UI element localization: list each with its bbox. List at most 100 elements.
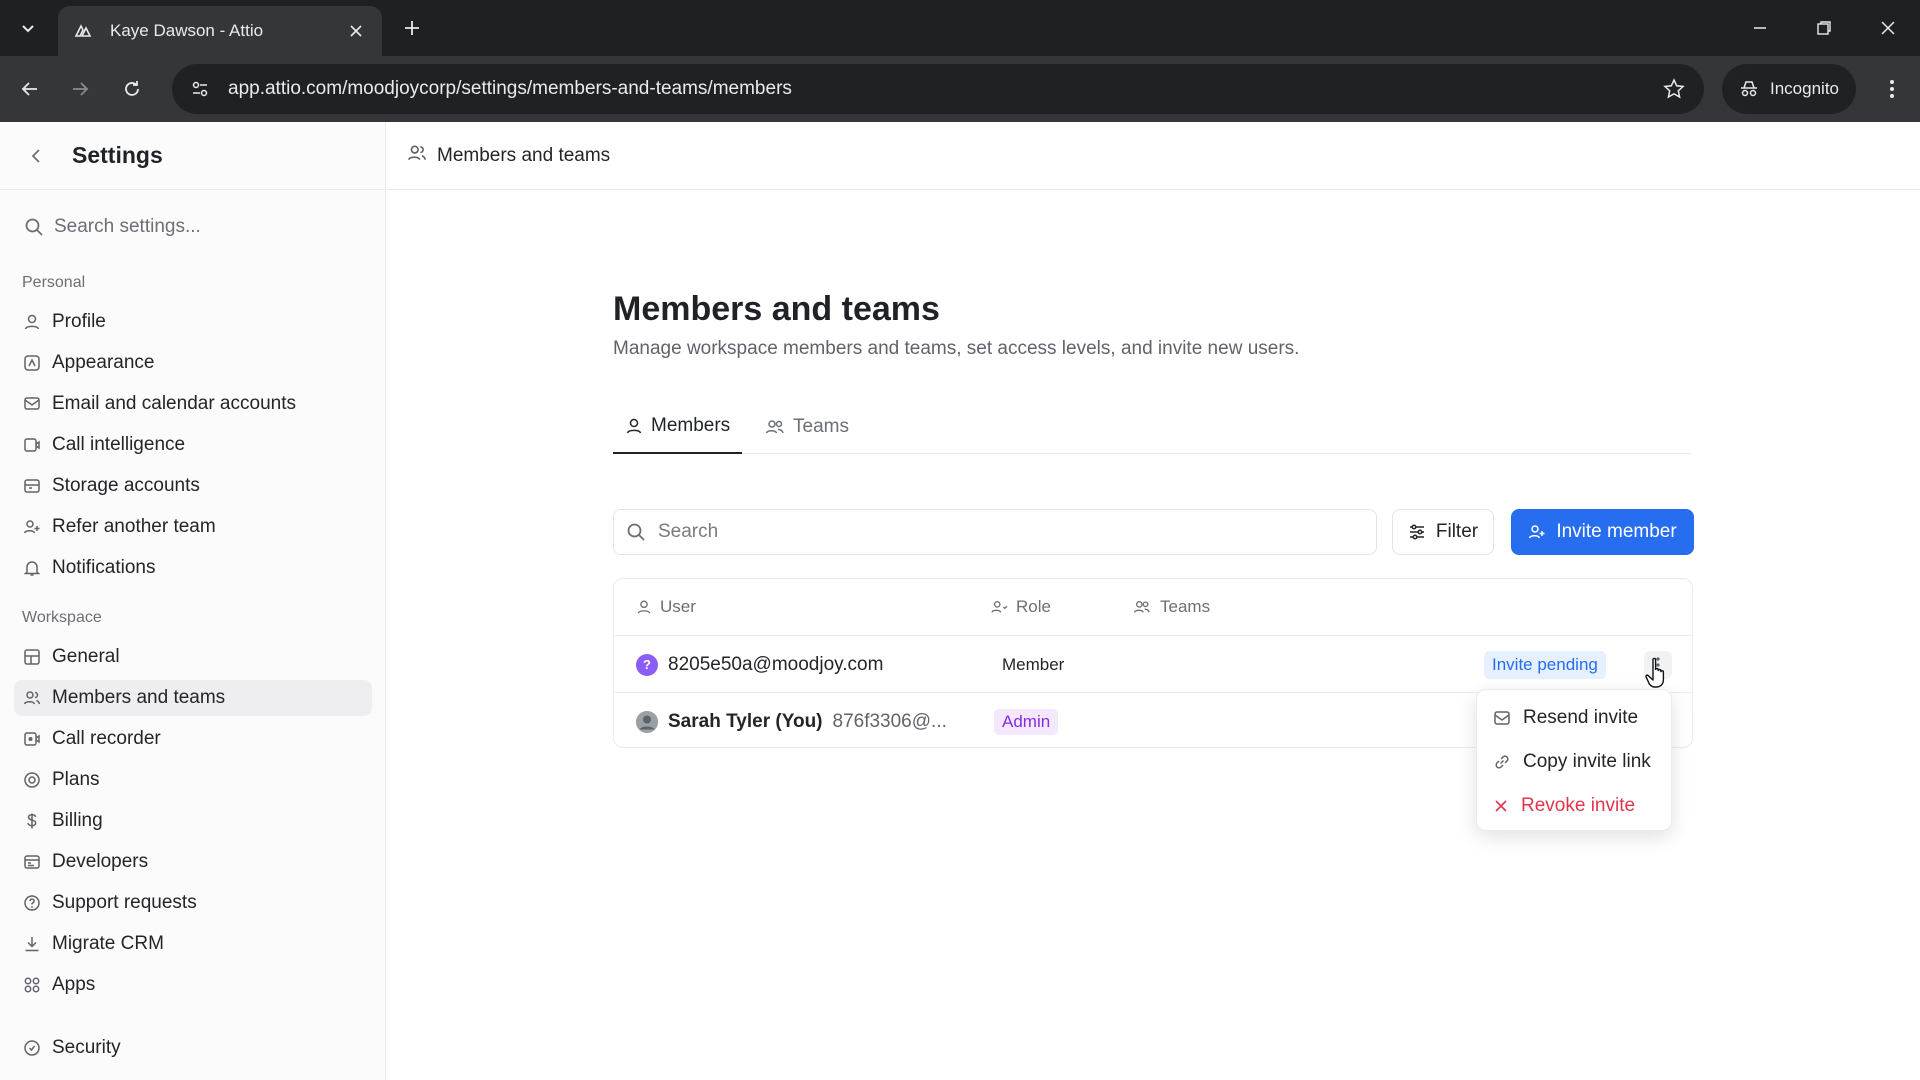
refer-icon [22, 517, 42, 537]
user-icon [626, 418, 642, 434]
hand-cursor-icon [1645, 657, 1665, 688]
sidebar-item-storage[interactable]: Storage accounts [14, 468, 372, 504]
sidebar-item-label: Call recorder [52, 728, 161, 749]
plus-icon [405, 21, 419, 35]
status-badge: Invite pending [1484, 650, 1606, 679]
tab-teams[interactable]: Teams [753, 400, 861, 454]
menu-item-revoke-invite[interactable]: Revoke invite [1483, 784, 1665, 828]
close-icon[interactable] [344, 19, 368, 43]
url-text: app.attio.com/moodjoycorp/settings/membe… [228, 78, 792, 99]
tab-search-button[interactable] [10, 10, 46, 46]
member-search-input[interactable] [658, 521, 1338, 543]
role-badge[interactable]: Admin [994, 708, 1059, 735]
tab-title: Kaye Dawson - Attio [110, 21, 264, 40]
filter-sliders-icon [1409, 524, 1424, 540]
user-icon [22, 312, 42, 332]
page-subtitle: Manage workspace members and teams, set … [613, 338, 1300, 359]
filter-label: Filter [1435, 521, 1479, 542]
browser-tab-active[interactable]: Kaye Dawson - Attio [58, 6, 382, 56]
menu-item-copy-invite-link[interactable]: Copy invite link [1483, 740, 1665, 784]
sidebar-item-general[interactable]: General [14, 639, 372, 675]
sidebar-item-label: Call intelligence [52, 434, 186, 455]
filter-button[interactable]: Filter [1392, 509, 1494, 555]
role-cell[interactable]: Member [994, 636, 1072, 693]
sidebar-item-label: Storage accounts [52, 475, 200, 496]
sidebar-item-appearance[interactable]: Appearance [14, 345, 372, 381]
search-icon [25, 218, 43, 236]
member-search[interactable] [613, 509, 1377, 555]
sidebar-item-plans[interactable]: Plans [14, 762, 372, 798]
x-icon [1495, 800, 1507, 812]
sidebar-item-migrate-crm[interactable]: Migrate CRM [14, 926, 372, 962]
sidebar-item-members-and-teams[interactable]: Members and teams [14, 680, 372, 716]
bookmark-star-icon[interactable] [1658, 73, 1690, 105]
call-recorder-icon [22, 729, 42, 749]
table-row[interactable]: ? 8205e50a@moodjoy.com Member Invite pen… [614, 635, 1692, 692]
sidebar-item-billing[interactable]: Billing [14, 803, 372, 839]
tab-members[interactable]: Members [613, 400, 743, 454]
address-bar[interactable]: app.attio.com/moodjoycorp/settings/membe… [172, 64, 1704, 114]
sidebar-item-label: Migrate CRM [52, 933, 164, 954]
back-chevron-icon[interactable] [26, 146, 46, 166]
sidebar-item-call-recorder[interactable]: Call recorder [14, 721, 372, 757]
role-cell[interactable]: Admin [994, 693, 1059, 750]
appearance-icon [22, 353, 42, 373]
incognito-label: Incognito [1770, 79, 1839, 98]
avatar-photo-icon [636, 710, 658, 733]
sidebar-item-refer[interactable]: Refer another team [14, 509, 372, 545]
members-teams-tabs: Members Teams [613, 400, 1691, 454]
section-label-workspace: Workspace [22, 609, 102, 626]
browser-menu-button[interactable] [1874, 71, 1910, 107]
minimize-window-button[interactable] [1740, 10, 1780, 46]
users-icon [22, 688, 42, 708]
section-label-personal: Personal [22, 274, 86, 291]
breadcrumb: Members and teams [437, 144, 611, 166]
sidebar-item-support-requests[interactable]: Support requests [14, 885, 372, 921]
mail-icon [1494, 711, 1510, 725]
close-window-button[interactable] [1868, 10, 1908, 46]
grid-icon [22, 647, 42, 667]
browser-tab-strip: Kaye Dawson - Attio [0, 0, 1920, 56]
settings-search-input[interactable] [54, 216, 354, 238]
menu-item-resend-invite[interactable]: Resend invite [1483, 696, 1665, 740]
back-button[interactable] [12, 71, 48, 107]
settings-sidebar: Settings Personal Profile Appearance Ema… [0, 122, 386, 1080]
sidebar-item-label: Security [52, 1037, 121, 1058]
sidebar-item-email-calendar[interactable]: Email and calendar accounts [14, 386, 372, 422]
sidebar-item-call-intelligence[interactable]: Call intelligence [14, 427, 372, 463]
dollar-icon [22, 811, 42, 831]
call-intelligence-icon [22, 435, 42, 455]
reload-button[interactable] [114, 71, 150, 107]
user-cell: ? 8205e50a@moodjoy.com [636, 636, 883, 693]
search-icon [627, 523, 645, 541]
role-badge[interactable]: Member [994, 652, 1072, 678]
link-icon [1495, 755, 1509, 769]
sidebar-item-label: General [52, 646, 120, 667]
sidebar-item-notifications[interactable]: Notifications [14, 550, 372, 586]
shield-icon [22, 1038, 42, 1058]
invite-member-button[interactable]: Invite member [1511, 509, 1694, 555]
avatar [636, 710, 658, 733]
kebab-menu-icon [1890, 80, 1894, 98]
restore-window-button[interactable] [1804, 10, 1844, 46]
restore-icon [1817, 21, 1831, 35]
sidebar-item-apps[interactable]: Apps [14, 967, 372, 1003]
settings-search[interactable] [16, 206, 366, 248]
reload-icon [125, 81, 139, 96]
incognito-indicator[interactable]: Incognito [1722, 64, 1856, 114]
sidebar-item-developers[interactable]: Developers [14, 844, 372, 880]
sidebar-item-profile[interactable]: Profile [14, 304, 372, 340]
new-tab-button[interactable] [396, 12, 428, 44]
forward-button[interactable] [62, 71, 98, 107]
attio-logo-icon [72, 19, 96, 43]
member-email: 8205e50a@moodjoy.com [668, 653, 884, 675]
column-header-user[interactable]: User [636, 579, 696, 635]
menu-item-label: Resend invite [1523, 707, 1639, 728]
invite-actions-menu: Resend invite Copy invite link Revoke in… [1476, 689, 1672, 831]
minimize-icon [1754, 27, 1766, 29]
sidebar-item-security[interactable]: Security [14, 1030, 372, 1066]
status-cell: Invite pending [1484, 636, 1606, 693]
column-header-teams[interactable]: Teams [1132, 579, 1210, 635]
site-settings-icon[interactable] [186, 75, 214, 103]
column-header-role[interactable]: Role [990, 579, 1051, 635]
